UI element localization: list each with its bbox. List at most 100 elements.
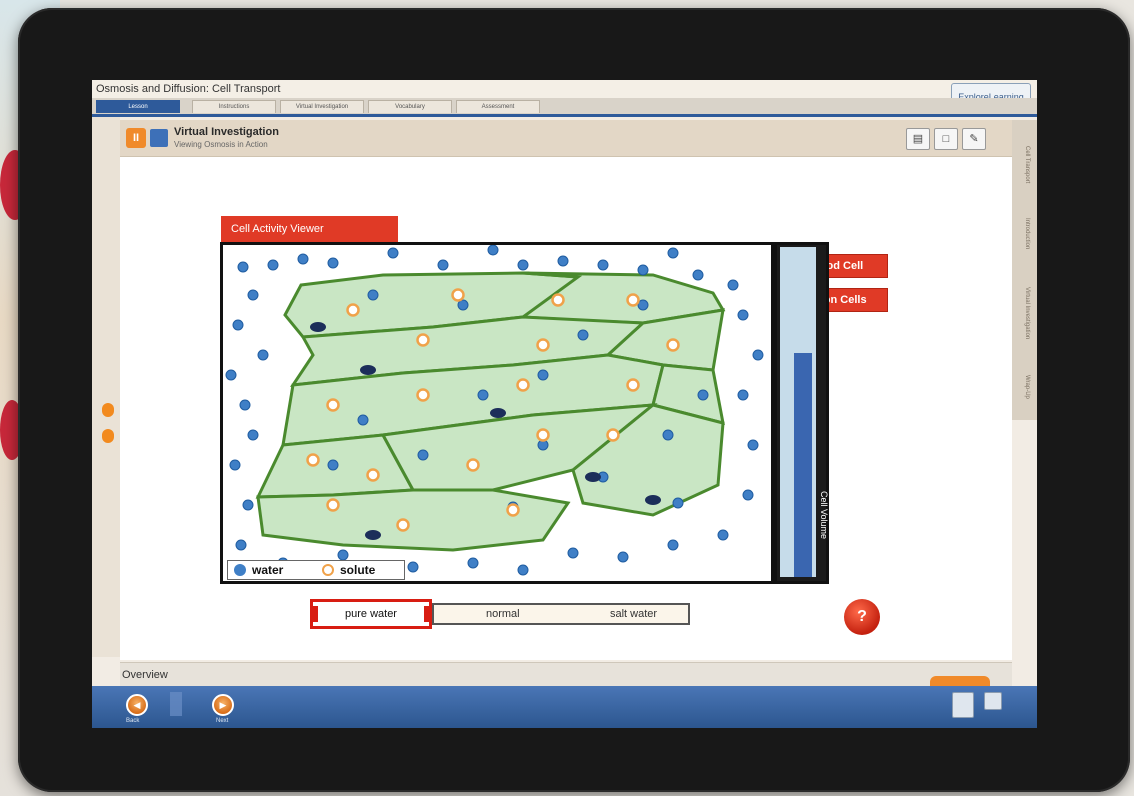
cell-activity-viewer: water solute xyxy=(220,242,774,584)
water-molecule xyxy=(235,539,247,551)
investigation-icon xyxy=(150,129,168,147)
panel-header: II Virtual Investigation Viewing Osmosis… xyxy=(120,120,1012,157)
water-molecule xyxy=(597,259,609,271)
solute-molecule xyxy=(516,378,530,392)
pause-button[interactable]: II xyxy=(126,128,146,148)
option-salt-water[interactable]: salt water xyxy=(610,605,657,623)
solute-molecule xyxy=(366,468,380,482)
water-molecule xyxy=(267,259,279,271)
bottom-nav: ◀ Back ▶ Next xyxy=(92,686,1037,728)
water-molecule xyxy=(692,269,704,281)
water-molecule xyxy=(727,279,739,291)
solute-molecule xyxy=(466,458,480,472)
solute-molecule xyxy=(666,338,680,352)
water-molecule xyxy=(327,459,339,471)
notebook-icon[interactable]: □ xyxy=(934,128,958,150)
right-tab-virtual-investigation[interactable]: Virtual Investigation xyxy=(1018,268,1030,358)
water-molecule xyxy=(672,497,684,509)
water-legend-icon xyxy=(234,564,246,576)
solute-molecule xyxy=(396,518,410,532)
water-molecule xyxy=(357,414,369,426)
tab-bar: Lesson Instructions Virtual Investigatio… xyxy=(92,98,1037,114)
option-normal[interactable]: normal xyxy=(486,605,520,623)
water-molecule xyxy=(747,439,759,451)
water-molecule xyxy=(517,564,529,576)
water-molecule xyxy=(229,459,241,471)
legend: water solute xyxy=(227,560,405,580)
back-button[interactable]: ◀ xyxy=(126,694,148,716)
water-molecule xyxy=(239,399,251,411)
solution-track[interactable]: normal salt water xyxy=(432,603,690,625)
solute-molecule xyxy=(346,303,360,317)
solute-molecule xyxy=(416,333,430,347)
solute-molecule xyxy=(536,428,550,442)
right-tab-introduction[interactable]: Introduction xyxy=(1018,204,1030,264)
volume-track xyxy=(780,247,816,577)
tab-virtual-investigation[interactable]: Virtual Investigation xyxy=(280,100,364,113)
water-molecule xyxy=(297,253,309,265)
water-molecule xyxy=(667,247,679,259)
right-tab-wrap-up[interactable]: Wrap-Up xyxy=(1018,362,1030,412)
water-molecule xyxy=(577,329,589,341)
solute-molecule xyxy=(506,503,520,517)
print-icon[interactable] xyxy=(952,692,974,718)
menu-icon[interactable] xyxy=(984,692,1002,710)
water-molecule xyxy=(407,561,419,573)
water-molecule xyxy=(717,529,729,541)
back-label: Back xyxy=(126,718,140,724)
page-title: Virtual Investigation xyxy=(174,126,279,138)
overview-bar[interactable]: Overview xyxy=(120,662,1012,686)
water-molecule xyxy=(567,547,579,559)
right-tab-cell-transport[interactable]: Cell Transport xyxy=(1018,130,1030,200)
water-molecule xyxy=(337,549,349,561)
tab-underline xyxy=(92,114,1037,117)
next-button[interactable]: ▶ xyxy=(212,694,234,716)
solute-molecule xyxy=(606,428,620,442)
option-pure-water[interactable]: pure water xyxy=(310,599,432,629)
legend-water-label: water xyxy=(252,563,284,577)
cell-nucleus xyxy=(490,408,506,418)
volume-label: Cell Volume xyxy=(819,490,829,540)
water-molecule xyxy=(247,429,259,441)
page-subtitle: Viewing Osmosis in Action xyxy=(174,140,268,149)
water-molecule xyxy=(257,349,269,361)
next-label: Next xyxy=(216,718,229,724)
legend-solute-label: solute xyxy=(340,563,376,577)
tab-vocabulary[interactable]: Vocabulary xyxy=(368,100,452,113)
glossary-icon[interactable]: ▤ xyxy=(906,128,930,150)
tab-lesson[interactable]: Lesson xyxy=(96,100,180,113)
sidebar-dot-icon[interactable] xyxy=(102,429,114,443)
nav-divider xyxy=(170,692,182,716)
water-molecule xyxy=(697,389,709,401)
solute-molecule xyxy=(416,388,430,402)
cell-shape xyxy=(256,488,571,552)
water-molecule xyxy=(662,429,674,441)
water-molecule xyxy=(327,257,339,269)
help-button[interactable]: ? xyxy=(844,599,880,635)
water-molecule xyxy=(225,369,237,381)
cell-nucleus xyxy=(360,365,376,375)
cell-nucleus xyxy=(310,322,326,332)
water-molecule xyxy=(752,349,764,361)
water-molecule xyxy=(367,289,379,301)
cell-volume-meter: Cell Volume xyxy=(774,242,829,584)
tab-instructions[interactable]: Instructions xyxy=(192,100,276,113)
volume-fill xyxy=(794,353,812,577)
water-molecule xyxy=(247,289,259,301)
water-molecule xyxy=(232,319,244,331)
solution-selector: normal salt water pure water xyxy=(310,599,690,629)
pencil-icon[interactable]: ✎ xyxy=(962,128,986,150)
water-molecule xyxy=(737,309,749,321)
tab-assessment[interactable]: Assessment xyxy=(456,100,540,113)
water-molecule xyxy=(417,449,429,461)
app-screen: Osmosis and Diffusion: Cell Transport Ex… xyxy=(92,80,1037,728)
window-title: Osmosis and Diffusion: Cell Transport xyxy=(92,80,1037,98)
left-sidebar xyxy=(92,117,120,657)
solute-molecule xyxy=(326,498,340,512)
water-molecule xyxy=(637,264,649,276)
solute-molecule xyxy=(451,288,465,302)
water-molecule xyxy=(617,551,629,563)
cell-nucleus xyxy=(645,495,661,505)
sidebar-dot-icon[interactable] xyxy=(102,403,114,417)
water-molecule xyxy=(477,389,489,401)
